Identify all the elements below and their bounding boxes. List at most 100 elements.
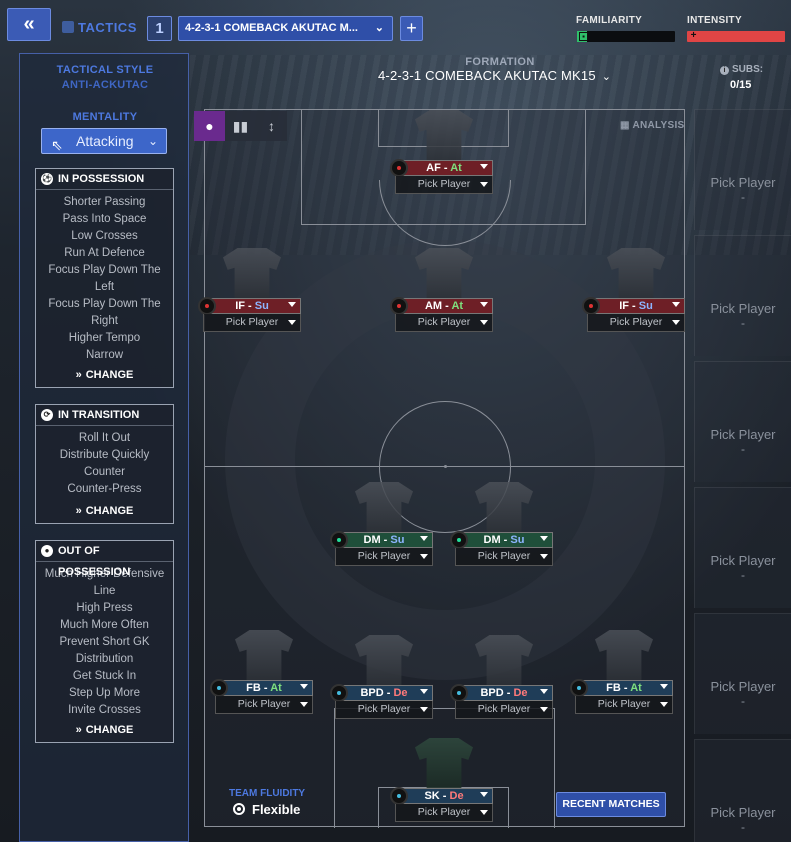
intensity-meter[interactable]: + bbox=[687, 31, 785, 42]
sub-slot[interactable]: Pick Player - bbox=[694, 235, 791, 356]
out-of-possession-list: Much Higher Defensive Line High Press Mu… bbox=[36, 562, 173, 719]
player-slot-bpd-right[interactable]: BPD - De Pick Player bbox=[450, 635, 553, 719]
double-chevron-right-icon: » bbox=[75, 724, 82, 736]
back-button[interactable]: « bbox=[7, 8, 51, 41]
pick-player-select[interactable]: Pick Player bbox=[455, 701, 553, 719]
role-indicator-icon bbox=[450, 531, 468, 549]
pitch-view-tabs: ● ▮▮ ↕ bbox=[194, 111, 287, 141]
transition-icon: ⟳ bbox=[41, 409, 53, 421]
sub-slot[interactable]: Pick Player - bbox=[694, 487, 791, 608]
role-select[interactable]: IF - Su bbox=[198, 297, 301, 315]
out-of-possession-change-button[interactable]: » CHANGE bbox=[36, 720, 173, 742]
view-tab-positions[interactable]: ↕ bbox=[256, 111, 287, 141]
circle-icon: ● bbox=[41, 545, 53, 557]
role-select[interactable]: FB - At bbox=[570, 679, 673, 697]
tactics-board-icon bbox=[62, 21, 74, 33]
dropdown-arrow-icon bbox=[480, 302, 488, 307]
view-tab-player[interactable]: ● bbox=[194, 111, 225, 141]
role-select[interactable]: FB - At bbox=[210, 679, 313, 697]
tactical-style-value[interactable]: ANTI-ACKUTAC bbox=[20, 79, 190, 91]
dropdown-arrow-icon bbox=[660, 702, 668, 707]
pick-player-select[interactable]: Pick Player bbox=[455, 548, 553, 566]
dropdown-arrow-icon bbox=[420, 554, 428, 559]
double-chevron-right-icon: » bbox=[75, 369, 82, 381]
role-select[interactable]: BPD - De bbox=[330, 684, 433, 702]
role-select[interactable]: DM - Su bbox=[450, 531, 553, 549]
role-select[interactable]: DM - Su bbox=[330, 531, 433, 549]
player-slot-bpd-left[interactable]: BPD - De Pick Player bbox=[330, 635, 433, 719]
tactic-slot-number[interactable]: 1 bbox=[147, 16, 172, 41]
double-chevron-right-icon: » bbox=[75, 505, 82, 517]
view-tab-stats[interactable]: ▮▮ bbox=[225, 111, 256, 141]
pick-player-select[interactable]: Pick Player bbox=[203, 314, 301, 332]
player-slot-if-left[interactable]: IF - Su Pick Player bbox=[198, 248, 301, 332]
player-slot-dm-left[interactable]: DM - Su Pick Player bbox=[330, 482, 433, 566]
centre-spot bbox=[444, 465, 447, 468]
role-indicator-icon bbox=[210, 679, 228, 697]
player-slot-fb-left[interactable]: FB - At Pick Player bbox=[210, 630, 313, 714]
pick-player-select[interactable]: Pick Player bbox=[587, 314, 685, 332]
add-tactic-button[interactable]: + bbox=[400, 16, 423, 41]
sub-slot[interactable]: Pick Player - bbox=[694, 739, 791, 842]
pick-player-select[interactable]: Pick Player bbox=[395, 314, 493, 332]
recent-matches-button[interactable]: RECENT MATCHES bbox=[556, 792, 666, 817]
player-slot-dm-right[interactable]: DM - Su Pick Player bbox=[450, 482, 553, 566]
team-fluidity-value[interactable]: Flexible bbox=[233, 802, 300, 817]
analysis-link[interactable]: ▦ ANALYSIS bbox=[620, 120, 685, 131]
player-slot-af[interactable]: AF - At Pick Player bbox=[390, 110, 493, 194]
team-fluidity-label: TEAM FLUIDITY bbox=[229, 788, 306, 799]
grid-icon: ▦ bbox=[620, 120, 633, 131]
instruction-item: High Press bbox=[76, 602, 133, 614]
role-select[interactable]: BPD - De bbox=[450, 684, 553, 702]
player-slot-if-right[interactable]: IF - Su Pick Player bbox=[582, 248, 685, 332]
subs-count: 0/15 bbox=[730, 79, 752, 91]
role-select[interactable]: IF - Su bbox=[582, 297, 685, 315]
pick-player-select[interactable]: Pick Player bbox=[215, 696, 313, 714]
formation-select[interactable]: 4-2-3-1 COMEBACK AKUTAC MK15 ⌄ bbox=[378, 68, 611, 83]
in-possession-panel: ⚽ IN POSSESSION Shorter Passing Pass Int… bbox=[35, 168, 174, 388]
tactic-select[interactable]: 4-2-3-1 COMEBACK AKUTAC M... ⌄ bbox=[178, 16, 393, 41]
pick-player-select[interactable]: Pick Player bbox=[335, 701, 433, 719]
sub-slot[interactable]: Pick Player - bbox=[694, 613, 791, 734]
player-slot-am[interactable]: AM - At Pick Player bbox=[390, 248, 493, 332]
instruction-item: Shorter Passing bbox=[63, 196, 146, 208]
dropdown-arrow-icon bbox=[300, 702, 308, 707]
dropdown-arrow-icon bbox=[540, 689, 548, 694]
sub-slot[interactable]: Pick Player - bbox=[694, 109, 791, 230]
role-select[interactable]: AF - At bbox=[390, 159, 493, 177]
role-indicator-icon bbox=[198, 297, 216, 315]
pick-player-select[interactable]: Pick Player bbox=[395, 176, 493, 194]
dropdown-arrow-icon bbox=[420, 536, 428, 541]
chevron-down-icon: ⌄ bbox=[374, 22, 384, 34]
pick-player-select[interactable]: Pick Player bbox=[335, 548, 433, 566]
dropdown-arrow-icon bbox=[540, 554, 548, 559]
player-slot-fb-right[interactable]: FB - At Pick Player bbox=[570, 630, 673, 714]
out-of-possession-panel: ● OUT OF POSSESSION Much Higher Defensiv… bbox=[35, 540, 174, 743]
in-possession-change-button[interactable]: » CHANGE bbox=[36, 365, 173, 387]
dropdown-arrow-icon bbox=[480, 810, 488, 815]
in-transition-change-button[interactable]: » CHANGE bbox=[36, 501, 173, 523]
pick-player-select[interactable]: Pick Player bbox=[575, 696, 673, 714]
out-of-possession-header: ● OUT OF POSSESSION bbox=[36, 541, 173, 578]
instruction-item: Invite Crosses bbox=[68, 704, 141, 716]
arrow-up-left-icon: ⇖ bbox=[51, 137, 63, 153]
player-slot-sk[interactable]: SK - De Pick Player bbox=[390, 738, 493, 822]
role-indicator-icon bbox=[450, 684, 468, 702]
dropdown-arrow-icon bbox=[672, 302, 680, 307]
familiarity-meter[interactable]: ▪ bbox=[577, 31, 675, 42]
intensity-label: INTENSITY bbox=[687, 15, 742, 26]
role-select[interactable]: SK - De bbox=[390, 787, 493, 805]
tactics-sidebar: TACTICAL STYLE ANTI-ACKUTAC MENTALITY ⇖ … bbox=[19, 53, 189, 842]
familiarity-label: FAMILIARITY bbox=[576, 15, 643, 26]
formation-label: FORMATION bbox=[465, 56, 535, 68]
instruction-item: Narrow bbox=[85, 349, 124, 361]
mentality-select[interactable]: ⇖ Attacking ⌄ bbox=[41, 128, 167, 154]
intensity-icon: + bbox=[690, 30, 697, 41]
mentality-label: MENTALITY bbox=[72, 111, 138, 123]
pick-player-select[interactable]: Pick Player bbox=[395, 804, 493, 822]
tactics-title: TACTICS bbox=[62, 20, 137, 35]
instruction-item: Pass Into Space bbox=[62, 213, 147, 225]
sub-slot[interactable]: Pick Player - bbox=[694, 361, 791, 482]
tactic-select-label: 4-2-3-1 COMEBACK AKUTAC M... bbox=[185, 22, 358, 34]
role-select[interactable]: AM - At bbox=[390, 297, 493, 315]
